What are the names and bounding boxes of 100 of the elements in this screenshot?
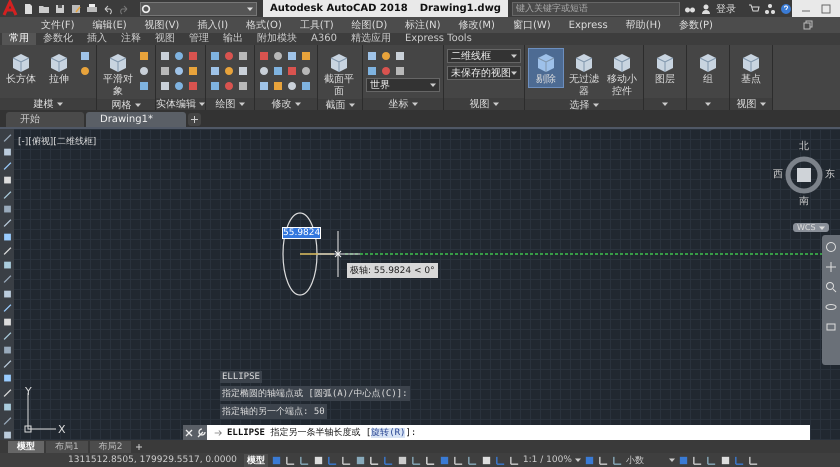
new-tab-icon[interactable] (188, 113, 201, 126)
draw-tool-icon[interactable] (2, 260, 12, 270)
status-toggle-icon[interactable] (466, 454, 478, 466)
ucs-dropdown[interactable]: 世界 (366, 78, 440, 92)
status-toggle-icon[interactable] (354, 454, 366, 466)
tool-icon[interactable] (187, 64, 199, 76)
pan-icon[interactable] (825, 261, 837, 273)
redo-icon[interactable] (118, 2, 130, 14)
status-toggle-icon[interactable] (706, 454, 717, 466)
annotation-scale[interactable]: 1:1 / 100% (522, 455, 572, 465)
document-tab[interactable]: 开始 (6, 112, 84, 127)
cart-icon[interactable] (748, 2, 760, 14)
menu-item[interactable]: 参数(P) (670, 18, 722, 32)
restore-window-icon[interactable] (802, 19, 814, 31)
customize-wrench-icon[interactable] (195, 426, 207, 438)
status-toggle-icon[interactable] (748, 454, 759, 466)
ribbon-button[interactable]: 组 (690, 48, 726, 88)
caret-icon[interactable] (430, 82, 436, 88)
tool-icon[interactable] (272, 64, 284, 76)
tool-icon[interactable] (300, 50, 312, 62)
tool-icon[interactable] (366, 50, 378, 62)
draw-tool-icon[interactable] (2, 218, 12, 228)
tool-icon[interactable] (209, 80, 221, 92)
west-label[interactable]: 西 (772, 169, 784, 180)
ribbon-button[interactable]: 长方体 (3, 48, 39, 88)
caret-icon[interactable] (668, 457, 675, 463)
help-icon[interactable] (780, 2, 792, 14)
draw-tool-icon[interactable] (2, 175, 12, 186)
status-toggle-icon[interactable] (298, 454, 310, 466)
ribbon-tab[interactable]: 视图 (148, 33, 182, 45)
tool-icon[interactable] (209, 50, 221, 62)
status-toggle-icon[interactable] (382, 454, 394, 466)
tool-icon[interactable] (173, 64, 185, 76)
status-toggle-icon[interactable] (270, 454, 282, 466)
draw-tool-icon[interactable] (2, 302, 12, 313)
ribbon-tab[interactable]: 管理 (182, 33, 216, 45)
draw-tool-icon[interactable] (2, 430, 12, 440)
tool-icon[interactable] (173, 50, 185, 62)
close-icon[interactable] (183, 426, 195, 438)
workspace-dropdown[interactable] (140, 2, 257, 16)
panel-title[interactable]: 选择 (570, 98, 590, 112)
menu-item[interactable]: 标注(N) (396, 18, 450, 32)
ribbon-button[interactable]: 移动小控件 (604, 48, 640, 99)
tool-icon[interactable] (258, 80, 270, 92)
new-file-icon[interactable] (22, 2, 34, 14)
ribbon-button[interactable]: 截面平面 (321, 48, 357, 99)
ribbon-tab[interactable]: 精选应用 (344, 33, 398, 45)
caret-icon[interactable] (199, 101, 205, 107)
model-space-button[interactable]: 模型 (244, 454, 268, 466)
undo-icon[interactable] (102, 2, 114, 14)
search-field[interactable]: 键入关键字或短语 (512, 2, 680, 16)
tool-icon[interactable] (223, 64, 235, 76)
draw-tool-icon[interactable] (2, 232, 12, 242)
tool-icon[interactable] (272, 50, 284, 62)
tool-icon[interactable] (138, 64, 150, 76)
orbit-icon[interactable] (825, 301, 837, 313)
steering-wheel-icon[interactable] (825, 241, 837, 253)
tool-icon[interactable] (286, 50, 298, 62)
draw-tool-icon[interactable] (2, 345, 12, 356)
caret-icon[interactable] (705, 101, 711, 107)
tool-icon[interactable] (286, 80, 298, 92)
menu-item[interactable]: 工具(T) (290, 18, 343, 32)
caret-icon[interactable] (238, 101, 244, 107)
tool-icon[interactable] (366, 64, 378, 76)
menu-item[interactable]: 编辑(E) (84, 18, 136, 32)
draw-tool-icon[interactable] (2, 359, 12, 370)
sign-in-link[interactable]: 登录 (716, 2, 736, 16)
status-toggle-icon[interactable] (340, 454, 352, 466)
navigation-bar[interactable] (822, 235, 840, 365)
print-icon[interactable] (86, 2, 98, 14)
ribbon-tab[interactable]: 输出 (216, 33, 250, 45)
ribbon-tab[interactable]: 常用 (2, 33, 36, 45)
draw-tool-icon[interactable] (2, 147, 12, 158)
ribbon-button[interactable]: 图层 (647, 48, 683, 88)
draw-tool-icon[interactable] (2, 330, 12, 342)
east-label[interactable]: 东 (824, 169, 836, 180)
viewport-controls-label[interactable]: [-][俯视][二维线框] (18, 135, 96, 148)
ribbon-tab[interactable]: 注释 (114, 33, 148, 45)
draw-tool-icon[interactable] (2, 204, 12, 214)
draw-tool-icon[interactable] (2, 288, 12, 299)
save-icon[interactable] (54, 2, 66, 14)
status-toggle-icon[interactable] (326, 454, 338, 466)
draw-tool-icon[interactable] (2, 416, 12, 426)
menu-item[interactable]: 格式(O) (237, 18, 291, 32)
status-toggle-icon[interactable] (720, 454, 731, 466)
menu-item[interactable]: Express (560, 20, 617, 30)
draw-tool-icon[interactable] (2, 274, 12, 285)
tool-icon[interactable] (237, 64, 249, 76)
status-toggle-icon[interactable] (612, 454, 623, 466)
tool-icon[interactable] (300, 64, 312, 76)
draw-tool-icon[interactable] (2, 373, 12, 384)
tool-icon[interactable] (209, 64, 221, 76)
draw-tool-icon[interactable] (2, 402, 12, 412)
draw-tool-icon[interactable] (2, 316, 12, 327)
ribbon-tab[interactable]: 附加模块 (250, 33, 304, 45)
layout-tab[interactable]: 布局2 (90, 441, 132, 453)
draw-tool-icon[interactable] (2, 161, 12, 172)
tool-icon[interactable] (79, 50, 91, 62)
status-toggle-icon[interactable] (692, 454, 703, 466)
maximize-icon[interactable] (820, 2, 832, 14)
